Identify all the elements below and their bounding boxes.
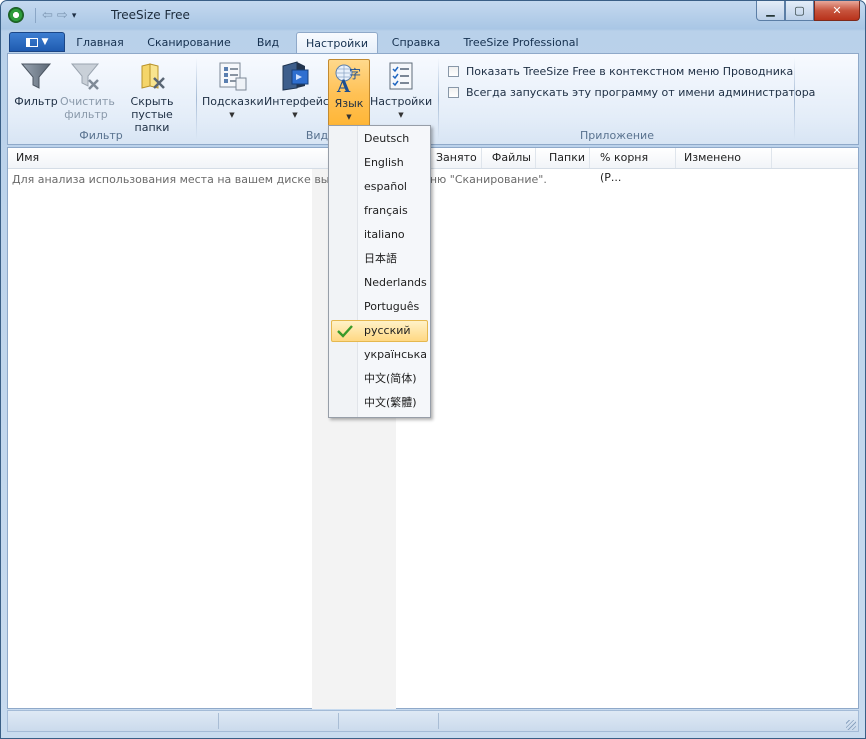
- app-menu-icon: [25, 37, 38, 47]
- qat-separator: [35, 8, 36, 23]
- back-icon[interactable]: ⇦: [42, 8, 53, 23]
- column-header-modified[interactable]: Изменено: [676, 148, 772, 168]
- hints-label: Подсказки: [202, 95, 264, 108]
- interface-label: Интерфейс: [264, 95, 329, 108]
- clear-filter-button[interactable]: Очистить фильтр: [60, 60, 115, 121]
- status-divider: [218, 713, 219, 729]
- hide-empty-label-line1: Скрыть: [130, 95, 174, 108]
- menu-item-russian-label: русский: [364, 324, 411, 337]
- filter-button-label: Фильтр: [14, 95, 58, 108]
- ribbon: Фильтр Очистить фильтр Скрыть пустые пап…: [7, 53, 859, 145]
- minimize-button[interactable]: ▁: [756, 1, 785, 21]
- status-bar: [7, 710, 859, 732]
- svg-text:字: 字: [349, 66, 361, 81]
- checkbox-box[interactable]: [448, 66, 459, 77]
- menu-item-nederlands[interactable]: Nederlands: [331, 272, 428, 294]
- menu-item-deutsch[interactable]: Deutsch: [331, 128, 428, 150]
- language-label: Язык: [334, 97, 364, 110]
- close-button[interactable]: ✕: [814, 1, 860, 21]
- app-menu-button[interactable]: ▼: [9, 32, 65, 52]
- menu-item-japanese[interactable]: 日本語: [331, 248, 428, 270]
- checkmark-icon: [337, 325, 353, 338]
- app-menu-chevron-icon: ▼: [41, 37, 49, 47]
- language-icon: A字: [333, 62, 365, 97]
- list-header: Имя Занято Файлы Папки % корня (Р... Изм…: [8, 148, 858, 184]
- maximize-icon: ▢: [794, 4, 805, 17]
- hints-icon: [216, 60, 248, 92]
- language-button[interactable]: A字 Язык ▼: [328, 59, 370, 129]
- quick-access-toolbar: ⇦ ⇨ ▾: [33, 8, 76, 23]
- filter-group-label: Фильтр: [79, 129, 123, 142]
- column-header-files[interactable]: Файлы: [482, 148, 536, 168]
- menu-item-portugues[interactable]: Português: [331, 296, 428, 318]
- menu-item-italiano[interactable]: italiano: [331, 224, 428, 246]
- column-header-percent-root[interactable]: % корня (Р...: [590, 148, 676, 184]
- main-window: ⇦ ⇨ ▾ TreeSize Free ▁ ▢ ✕ ▼ Главная Скан…: [0, 0, 866, 739]
- menu-item-espanol[interactable]: español: [331, 176, 428, 198]
- folder-delete-icon: [136, 60, 168, 92]
- interface-dropdown-icon: ▼: [292, 111, 298, 119]
- tab-home[interactable]: Главная: [71, 33, 129, 53]
- filter-button[interactable]: Фильтр: [14, 60, 58, 108]
- clear-filter-icon: [70, 60, 102, 92]
- app-icon[interactable]: [8, 7, 24, 23]
- forward-icon[interactable]: ⇨: [57, 8, 68, 23]
- minimize-icon: ▁: [766, 4, 775, 17]
- menu-item-chinese-traditional[interactable]: 中文(繁體): [331, 392, 428, 414]
- context-menu-checkbox-label: Показать TreeSize Free в контекстном мен…: [466, 65, 794, 78]
- title-bar: ⇦ ⇨ ▾ TreeSize Free ▁ ▢ ✕: [1, 1, 865, 31]
- settings-button[interactable]: Настройки ▼: [370, 60, 432, 122]
- hints-button[interactable]: Подсказки ▼: [202, 60, 264, 122]
- settings-dropdown-icon: ▼: [398, 111, 404, 119]
- resize-grip-icon[interactable]: [846, 720, 856, 730]
- group-separator: [438, 58, 439, 140]
- menu-item-english[interactable]: English: [331, 152, 428, 174]
- funnel-icon: [20, 60, 52, 92]
- hide-empty-folders-button[interactable]: Скрыть пустые папки: [114, 60, 190, 134]
- checkbox-box[interactable]: [448, 87, 459, 98]
- settings-label: Настройки: [370, 95, 433, 108]
- app-group-label: Приложение: [580, 129, 654, 142]
- file-list[interactable]: Имя Занято Файлы Папки % корня (Р... Изм…: [7, 147, 859, 709]
- language-menu: Deutsch English español français italian…: [328, 125, 431, 418]
- menu-item-chinese-simplified[interactable]: 中文(简体): [331, 368, 428, 390]
- tab-help[interactable]: Справка: [387, 33, 445, 53]
- maximize-button[interactable]: ▢: [785, 1, 814, 21]
- run-as-admin-checkbox-label: Всегда запускать эту программу от имени …: [466, 86, 816, 99]
- qat-dropdown-icon[interactable]: ▾: [72, 11, 77, 21]
- window-controls: ▁ ▢ ✕: [756, 1, 860, 21]
- interface-button[interactable]: Интерфейс ▼: [264, 60, 329, 122]
- group-separator: [196, 58, 197, 140]
- menu-item-francais[interactable]: français: [331, 200, 428, 222]
- menu-item-ukrainian[interactable]: українська: [331, 344, 428, 366]
- column-header-folders[interactable]: Папки: [536, 148, 590, 168]
- clear-filter-label-line2: фильтр: [64, 108, 108, 121]
- run-as-admin-checkbox[interactable]: Всегда запускать эту программу от имени …: [448, 86, 815, 99]
- settings-checklist-icon: [385, 60, 417, 92]
- close-icon: ✕: [832, 4, 842, 17]
- interface-icon: [279, 60, 311, 92]
- tab-scan[interactable]: Сканирование: [139, 33, 239, 53]
- clear-filter-label-line1: Очистить: [60, 95, 115, 108]
- window-title: TreeSize Free: [111, 8, 190, 22]
- tab-treesize-professional[interactable]: TreeSize Professional: [459, 33, 583, 53]
- hint-text: Для анализа использования места на вашем…: [12, 173, 547, 186]
- menu-item-russian[interactable]: русский: [331, 320, 428, 342]
- column-header-size[interactable]: Занято: [432, 148, 482, 168]
- group-separator: [794, 58, 795, 140]
- language-dropdown-icon: ▼: [346, 113, 352, 121]
- status-divider: [338, 713, 339, 729]
- context-menu-checkbox[interactable]: Показать TreeSize Free в контекстном мен…: [448, 65, 793, 78]
- tab-settings[interactable]: Настройки: [296, 32, 378, 54]
- hints-dropdown-icon: ▼: [229, 111, 235, 119]
- ribbon-tabs: ▼ Главная Сканирование Вид Настройки Спр…: [7, 31, 859, 54]
- status-divider: [438, 713, 439, 729]
- tab-view[interactable]: Вид: [249, 33, 287, 53]
